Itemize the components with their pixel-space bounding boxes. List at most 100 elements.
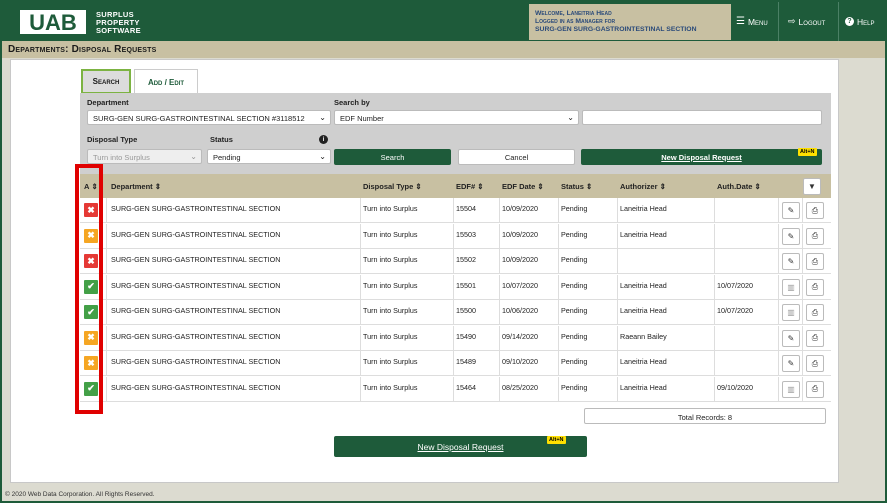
cell-divider <box>106 274 107 300</box>
cell-divider <box>499 300 500 325</box>
welcome-line: Logged in as Manager for <box>535 17 616 25</box>
printer-icon: ⎙ <box>811 256 819 266</box>
col-header-auth-date[interactable]: Auth.Date ⇕ <box>717 174 761 198</box>
edit-button[interactable]: ✎ <box>782 253 800 270</box>
total-records: Total Records: 8 <box>584 408 826 424</box>
logout-button[interactable]: ⇨ Logout <box>788 2 825 41</box>
edit-button[interactable]: ✎ <box>782 202 800 219</box>
cell-divider <box>778 325 779 351</box>
cell-divider <box>558 249 559 274</box>
print-button[interactable]: ⎙ <box>806 329 824 347</box>
cell-authorizer: Laneitria Head <box>620 204 667 213</box>
table-row[interactable]: ✖ SURG-GEN SURG-GASTROINTESTINAL SECTION T… <box>80 325 831 351</box>
cell-divider <box>802 198 803 223</box>
col-header-authorizer[interactable]: Authorizer ⇕ <box>620 174 666 198</box>
table-row[interactable]: ✖ SURG-GEN SURG-GASTROINTESTINAL SECTION T… <box>80 223 831 249</box>
barcode-button[interactable]: ▥ <box>782 278 800 296</box>
cell-divider <box>714 223 715 249</box>
shortcut-badge: Alt+N <box>798 148 817 156</box>
divider <box>838 2 839 41</box>
col-header-department[interactable]: Department ⇕ <box>111 174 161 198</box>
cell-divider <box>617 198 618 223</box>
table-row[interactable]: ✔ SURG-GEN SURG-GASTROINTESTINAL SECTION T… <box>80 376 831 402</box>
table-row[interactable]: ✖ SURG-GEN SURG-GASTROINTESTINAL SECTION T… <box>80 351 831 376</box>
search-text-input[interactable] <box>582 110 822 125</box>
chevron-down-icon: ⌄ <box>567 113 574 122</box>
barcode-button[interactable]: ▥ <box>782 304 800 321</box>
cell-type: Turn into Surplus <box>363 204 418 213</box>
table-row[interactable]: ✖ SURG-GEN SURG-GASTROINTESTINAL SECTION T… <box>80 198 831 223</box>
cell-edf-date: 10/07/2020 <box>502 280 538 290</box>
cell-divider <box>106 351 107 376</box>
print-button[interactable]: ⎙ <box>806 253 824 270</box>
table-row[interactable]: ✔ SURG-GEN SURG-GASTROINTESTINAL SECTION T… <box>80 274 831 300</box>
search-by-select[interactable]: EDF Number ⌄ <box>334 110 579 125</box>
search-by-label: Search by <box>334 98 370 107</box>
cell-edf: 15490 <box>456 331 476 341</box>
cell-divider <box>360 351 361 376</box>
cell-type: Turn into Surplus <box>363 280 418 290</box>
chevron-down-icon: ⌄ <box>190 152 197 161</box>
help-label: Help <box>857 16 875 27</box>
menu-button[interactable]: ☰ Menu <box>736 2 768 41</box>
print-button[interactable]: ⎙ <box>806 278 824 296</box>
search-button[interactable]: Search <box>334 149 451 165</box>
cell-divider <box>360 325 361 351</box>
department-select[interactable]: SURG-GEN SURG-GASTROINTESTINAL SECTION #… <box>87 110 331 125</box>
barcode-button[interactable]: ▥ <box>782 380 800 398</box>
tab-search[interactable]: Search <box>81 69 131 94</box>
printer-icon: ⎙ <box>811 384 819 393</box>
print-button[interactable]: ⎙ <box>806 355 824 372</box>
cell-department: SURG-GEN SURG-GASTROINTESTINAL SECTION <box>111 306 281 315</box>
cell-status: Pending <box>561 357 588 366</box>
print-button[interactable]: ⎙ <box>806 304 824 321</box>
disposal-type-select[interactable]: Turn into Surplus ⌄ <box>87 149 202 164</box>
col-header-edf[interactable]: EDF# ⇕ <box>456 174 484 198</box>
cell-divider <box>714 376 715 402</box>
edit-button[interactable]: ✎ <box>782 355 800 372</box>
help-button[interactable]: ? Help <box>845 2 874 41</box>
cell-status: Pending <box>561 280 588 290</box>
cell-divider <box>617 325 618 351</box>
edit-button[interactable]: ✎ <box>782 329 800 347</box>
status-value: Pending <box>213 153 241 162</box>
welcome-line: Welcome, Laneitria Head <box>535 10 612 17</box>
col-header-label: Auth.Date <box>717 181 753 191</box>
cell-type: Turn into Surplus <box>363 331 418 341</box>
cell-divider <box>617 351 618 376</box>
print-button[interactable]: ⎙ <box>806 202 824 219</box>
cell-divider <box>453 274 454 300</box>
col-header-status[interactable]: Status ⇕ <box>561 174 592 198</box>
info-icon[interactable]: i <box>319 135 328 144</box>
cell-divider <box>558 223 559 249</box>
cell-divider <box>360 223 361 249</box>
tab-add-edit[interactable]: Add / Edit <box>134 69 198 94</box>
col-header-label: EDF# <box>456 181 476 191</box>
cell-divider <box>499 223 500 249</box>
edit-button[interactable]: ✎ <box>782 227 800 245</box>
pencil-icon: ✎ <box>787 206 795 215</box>
new-disposal-request-button[interactable]: New Disposal Request <box>581 149 822 165</box>
status-select[interactable]: Pending ⌄ <box>207 149 331 164</box>
cell-authorizer: Laneitria Head <box>620 229 667 239</box>
department-value: SURG-GEN SURG-GASTROINTESTINAL SECTION #… <box>93 114 305 123</box>
filter-button[interactable]: ▼ <box>803 178 821 195</box>
cell-divider <box>453 198 454 223</box>
cell-type: Turn into Surplus <box>363 229 418 239</box>
cell-type: Turn into Surplus <box>363 255 418 264</box>
cell-divider <box>453 376 454 402</box>
cell-divider <box>714 274 715 300</box>
cell-edf-date: 10/09/2020 <box>502 229 538 239</box>
cell-divider <box>714 300 715 325</box>
print-button[interactable]: ⎙ <box>806 380 824 398</box>
col-header-edf-date[interactable]: EDF Date ⇕ <box>502 174 544 198</box>
department-label: Department <box>87 98 129 107</box>
cell-divider <box>106 376 107 402</box>
table-row[interactable]: ✖ SURG-GEN SURG-GASTROINTESTINAL SECTION T… <box>80 249 831 274</box>
cancel-button[interactable]: Cancel <box>458 149 575 165</box>
col-header-disposal-type[interactable]: Disposal Type ⇕ <box>363 174 422 198</box>
table-row[interactable]: ✔ SURG-GEN SURG-GASTROINTESTINAL SECTION T… <box>80 300 831 325</box>
chevron-down-icon: ⌄ <box>319 152 326 161</box>
help-icon: ? <box>845 17 854 26</box>
print-button[interactable]: ⎙ <box>806 227 824 245</box>
